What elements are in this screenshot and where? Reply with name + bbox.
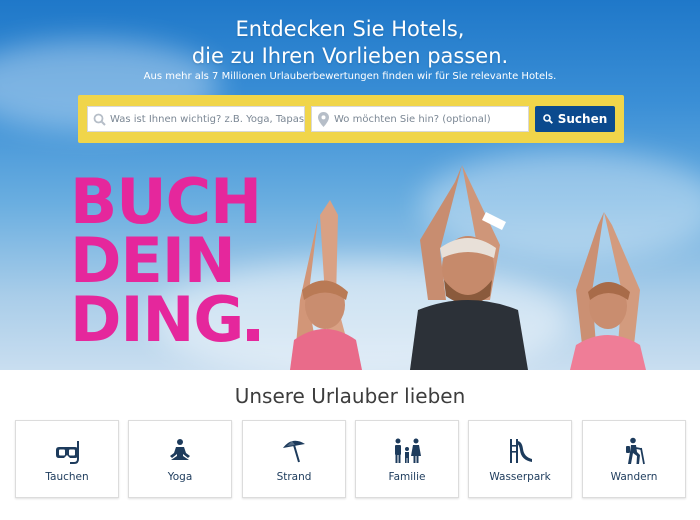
category-label: Wasserpark (489, 471, 551, 483)
category-card-wandern[interactable]: Wandern (582, 420, 686, 498)
category-card-wasserpark[interactable]: Wasserpark (468, 420, 572, 498)
diving-mask-icon (53, 437, 81, 465)
slogan-line-1: BUCH (70, 165, 262, 238)
slogan-line-3: DING (70, 283, 244, 356)
yoga-icon (167, 437, 193, 465)
category-label: Yoga (167, 471, 193, 483)
category-card-strand[interactable]: Strand (242, 420, 346, 498)
what-input[interactable] (110, 107, 304, 131)
hero-title-line-2: die zu Ihren Vorlieben passen. (191, 44, 509, 68)
hero-title: Entdecken Sie Hotels, die zu Ihren Vorli… (0, 16, 700, 70)
category-label: Familie (388, 471, 426, 483)
hero-banner: Entdecken Sie Hotels, die zu Ihren Vorli… (0, 0, 700, 370)
beach-umbrella-icon (280, 437, 308, 465)
slogan: BUCH DEIN DING (70, 165, 262, 351)
water-slide-icon (506, 437, 534, 465)
category-card-yoga[interactable]: Yoga (128, 420, 232, 498)
search-button-label: Suchen (557, 112, 608, 126)
where-input[interactable] (334, 107, 528, 131)
hero-subtitle: Aus mehr als 7 Millionen Urlauberbewertu… (143, 71, 557, 82)
hero-title-line-1: Entdecken Sie Hotels, (235, 17, 465, 41)
where-field[interactable] (311, 106, 529, 132)
what-field[interactable] (87, 106, 305, 132)
hiking-icon (621, 437, 647, 465)
map-pin-icon (312, 111, 334, 127)
category-card-familie[interactable]: Familie (355, 420, 459, 498)
search-button[interactable]: Suchen (535, 106, 615, 132)
family-icon (392, 437, 422, 465)
category-label: Wandern (610, 471, 658, 483)
search-button-icon (542, 114, 553, 124)
slogan-line-2: DEIN (70, 224, 236, 297)
search-box: Suchen (78, 95, 624, 143)
search-icon (88, 113, 110, 126)
category-label: Strand (276, 471, 312, 483)
section-title: Unsere Urlauber lieben (234, 384, 466, 408)
category-label: Tauchen (45, 471, 89, 483)
slogan-dot (247, 329, 260, 341)
category-card-tauchen[interactable]: Tauchen (15, 420, 119, 498)
